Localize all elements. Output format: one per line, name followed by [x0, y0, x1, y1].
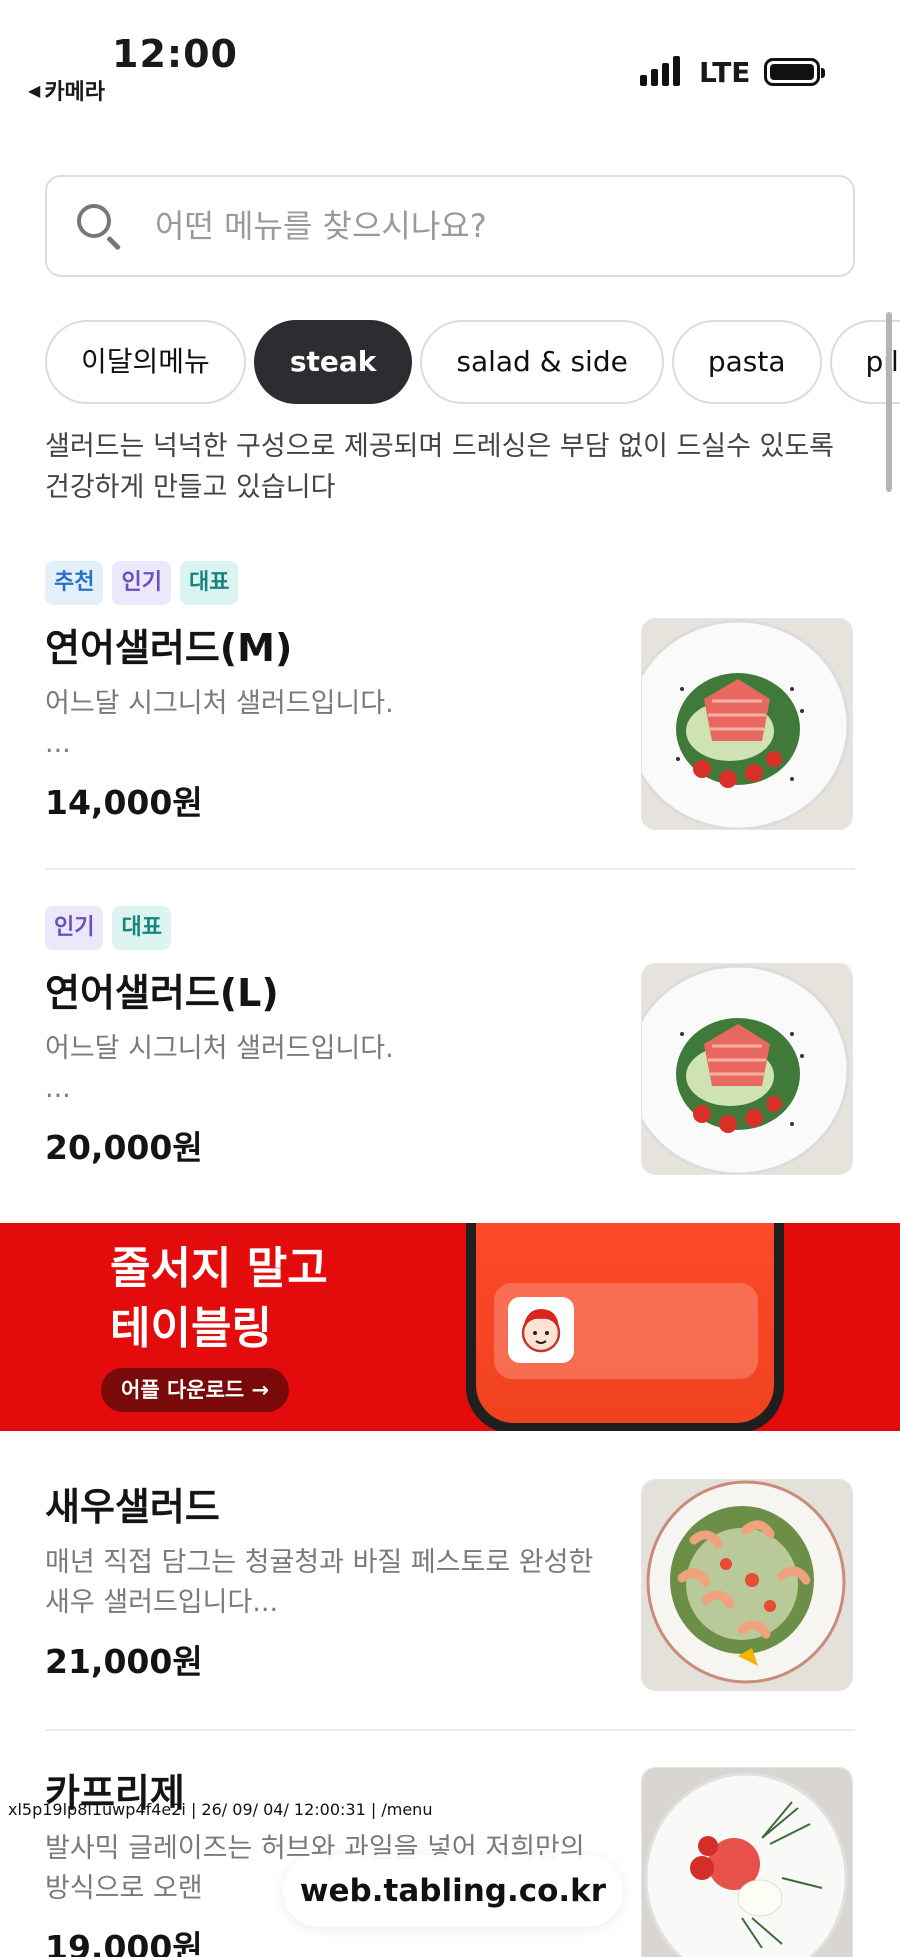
session-watermark: xl5p19lp8l1uwp4f4e2i | 26/ 09/ 04/ 12:00… — [8, 1800, 433, 1819]
phone-illustration — [466, 1223, 784, 1431]
tab-steak[interactable]: steak — [253, 320, 413, 404]
menu-item-description: 어느달 시그니처 샐러드입니다. ... — [45, 684, 605, 764]
scrollbar[interactable] — [886, 312, 892, 492]
back-triangle-icon: ◀ — [28, 80, 41, 100]
search-input[interactable] — [155, 207, 795, 245]
description-text: 어느달 시그니처 샐러드입니다. — [45, 1033, 394, 1064]
category-description: 샐러드는 넉넉한 구성으로 제공되며 드레싱은 부담 없이 드실수 있도록 건강… — [45, 431, 835, 503]
badge-signature: 대표 — [112, 906, 171, 950]
banner-line-1: 줄서지 말고 — [110, 1243, 328, 1294]
badge-popular: 인기 — [112, 561, 171, 605]
description-more: ... — [45, 1073, 71, 1104]
signal-icon — [640, 56, 680, 86]
banner-headline: 줄서지 말고 테이블링 — [110, 1239, 328, 1359]
tab-monthly-menu[interactable]: 이달의메뉴 — [45, 320, 246, 404]
category-tabs: 이달의메뉴steaksalad & sidepastapilaf — [45, 320, 900, 404]
status-time: 12:00 — [112, 32, 238, 76]
divider — [45, 1729, 855, 1731]
divider — [45, 868, 855, 870]
tab-pasta[interactable]: pasta — [671, 320, 822, 404]
badge-popular: 인기 — [45, 906, 104, 950]
tabling-app-icon — [508, 1297, 574, 1363]
status-bar: 12:00 ◀ 카메라 LTE — [0, 0, 900, 110]
salmon-salad-image — [642, 964, 852, 1174]
app-download-button[interactable]: 어플 다운로드 → — [101, 1368, 290, 1412]
menu-item-photo[interactable] — [641, 618, 853, 830]
description-more: ... — [45, 728, 71, 759]
badge-list: 인기 대표 — [45, 906, 855, 950]
menu-item-description: 매년 직접 담그는 청귤청과 바질 페스토로 완성한 새우 샐러드입니다... — [45, 1547, 594, 1618]
network-type: LTE — [699, 56, 751, 89]
tab-salad-side[interactable]: salad & side — [420, 320, 664, 404]
menu-item-photo[interactable] — [641, 1479, 853, 1691]
badge-signature: 대표 — [179, 561, 239, 605]
menu-item-description: 어느달 시그니처 샐러드입니다. ... — [45, 1029, 605, 1109]
menu-item-photo[interactable] — [641, 963, 853, 1175]
caprese-image — [642, 1768, 852, 1957]
battery-icon — [764, 58, 825, 86]
badge-recommended: 추천 — [45, 561, 104, 605]
menu-item-photo[interactable] — [641, 1767, 853, 1957]
description-text: 어느달 시그니처 샐러드입니다. — [45, 688, 394, 719]
back-to-camera-button[interactable]: ◀ 카메라 — [28, 74, 105, 106]
url-bar[interactable]: web.tabling.co.kr — [283, 1855, 623, 1927]
banner-line-2: 테이블링 — [110, 1303, 272, 1354]
app-download-banner[interactable]: 줄서지 말고 테이블링 어플 다운로드 → — [0, 1223, 900, 1431]
back-label: 카메라 — [44, 80, 106, 105]
badge-list: 추천 인기 대표 — [45, 561, 855, 605]
search-box[interactable] — [45, 175, 855, 277]
shrimp-salad-image — [642, 1480, 852, 1690]
salmon-salad-image — [642, 619, 852, 829]
search-icon — [75, 202, 123, 251]
